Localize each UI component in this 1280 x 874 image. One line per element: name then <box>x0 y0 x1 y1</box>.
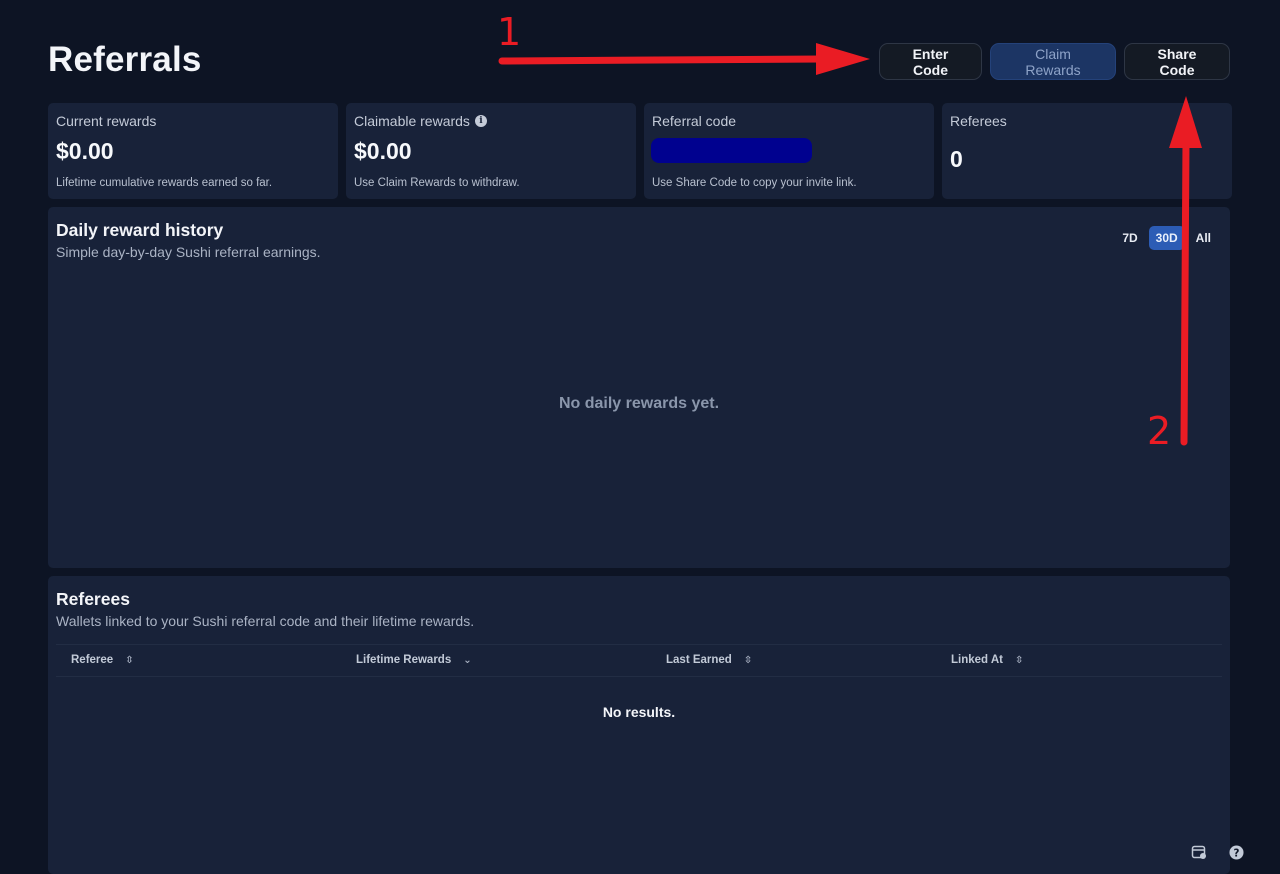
stat-card-referees: Referees 0 <box>942 103 1232 199</box>
stat-label-row: Claimable rewards i <box>354 113 628 129</box>
claim-rewards-button[interactable]: Claim Rewards <box>990 43 1116 80</box>
stat-description: Lifetime cumulative rewards earned so fa… <box>56 177 273 189</box>
stat-description: Use Share Code to copy your invite link. <box>652 177 857 189</box>
range-selector: 7D 30D All <box>1115 226 1218 250</box>
range-7d-button[interactable]: 7D <box>1115 226 1144 250</box>
stat-card-claimable-rewards: Claimable rewards i $0.00 Use Claim Rewa… <box>346 103 636 199</box>
stats-row: Current rewards $0.00 Lifetime cumulativ… <box>48 103 1232 199</box>
stat-label: Referees <box>950 113 1007 129</box>
stat-value: $0.00 <box>56 138 114 164</box>
column-header-last-earned[interactable]: Last Earned ⇳ <box>666 654 752 666</box>
panel-title: Referees <box>56 589 130 609</box>
range-all-button[interactable]: All <box>1189 226 1218 250</box>
daily-reward-history-panel: Daily reward history Simple day-by-day S… <box>48 207 1230 568</box>
svg-text:?: ? <box>1234 847 1240 859</box>
annotation-step-2: 2 <box>1147 409 1172 453</box>
sort-unsorted-icon: ⇳ <box>743 654 753 666</box>
table-header: Referee ⇳ Lifetime Rewards ⌄ Last Earned… <box>56 644 1222 677</box>
panel-title: Daily reward history <box>56 220 224 240</box>
corner-icons: ? <box>1191 844 1244 864</box>
sort-descending-icon: ⌄ <box>463 654 472 666</box>
referees-panel: Referees Wallets linked to your Sushi re… <box>48 576 1230 874</box>
annotation-step-1: 1 <box>497 10 522 54</box>
panel-subtitle: Wallets linked to your Sushi referral co… <box>56 613 475 629</box>
enter-code-button[interactable]: Enter Code <box>879 43 982 80</box>
help-icon[interactable]: ? <box>1229 844 1244 864</box>
panel-subtitle: Simple day-by-day Sushi referral earning… <box>56 244 321 260</box>
column-label: Referee <box>71 654 114 666</box>
stat-value: 0 <box>950 146 963 172</box>
stat-card-referral-code: Referral code Use Share Code to copy you… <box>644 103 934 199</box>
calendar-settings-icon[interactable] <box>1191 844 1207 864</box>
column-header-lifetime-rewards[interactable]: Lifetime Rewards ⌄ <box>356 654 472 666</box>
stat-value: $0.00 <box>354 138 412 164</box>
stat-description: Use Claim Rewards to withdraw. <box>354 177 520 189</box>
stat-card-current-rewards: Current rewards $0.00 Lifetime cumulativ… <box>48 103 338 199</box>
column-label: Lifetime Rewards <box>356 654 452 666</box>
empty-chart-message: No daily rewards yet. <box>558 395 720 412</box>
referral-code-redacted <box>651 138 812 163</box>
stat-label: Referral code <box>652 113 737 129</box>
column-header-linked-at[interactable]: Linked At ⇳ <box>951 654 1023 666</box>
page-title: Referrals <box>48 40 202 79</box>
sort-unsorted-icon: ⇳ <box>125 654 134 666</box>
stat-label: Claimable rewards <box>354 113 470 129</box>
column-header-referee[interactable]: Referee ⇳ <box>71 654 134 666</box>
column-label: Linked At <box>951 654 1003 666</box>
column-label: Last Earned <box>666 654 732 666</box>
stat-label: Current rewards <box>56 113 157 129</box>
info-icon[interactable]: i <box>474 115 487 127</box>
range-30d-button[interactable]: 30D <box>1148 226 1185 250</box>
no-results-message: No results. <box>602 704 676 720</box>
share-code-button[interactable]: Share Code <box>1124 43 1230 80</box>
top-actions: Enter Code Claim Rewards Share Code <box>879 43 1230 80</box>
sort-unsorted-icon: ⇳ <box>1014 654 1024 666</box>
